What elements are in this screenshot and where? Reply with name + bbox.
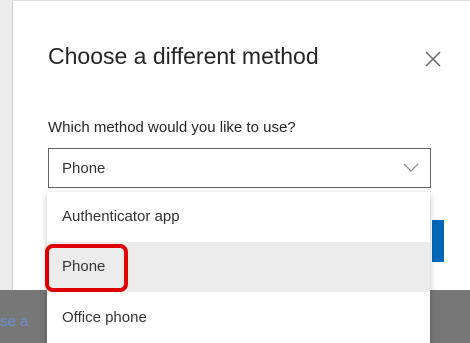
option-authenticator-app[interactable]: Authenticator app	[47, 192, 430, 242]
dialog-title: Choose a different method	[48, 43, 319, 69]
background-page-strip	[0, 0, 12, 290]
method-select[interactable]: Phone	[48, 148, 431, 188]
highlight-annotation-box	[45, 244, 128, 292]
chevron-down-icon	[403, 163, 419, 172]
option-office-phone[interactable]: Office phone	[47, 293, 430, 343]
method-question-label: Which method would you like to use?	[48, 119, 296, 136]
close-icon[interactable]	[423, 49, 443, 69]
next-button-edge[interactable]	[432, 220, 444, 262]
method-select-value: Phone	[62, 160, 106, 177]
background-link: se a	[0, 313, 29, 330]
